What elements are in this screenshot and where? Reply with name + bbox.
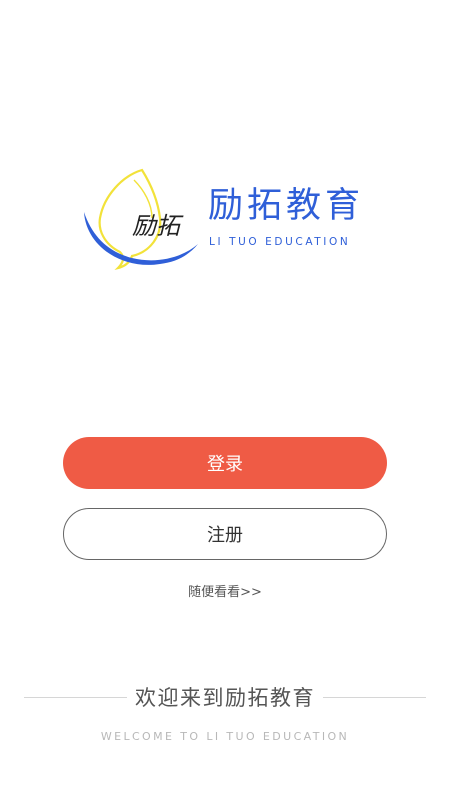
welcome-title: 欢迎来到励拓教育 xyxy=(135,686,315,710)
brand-title: 励拓教育 xyxy=(208,186,365,226)
logo-script-text: 励拓 xyxy=(132,212,184,240)
fish-swoosh-logo-icon: 励拓 xyxy=(84,168,198,271)
brand-subtitle: LI TUO EDUCATION xyxy=(209,236,351,248)
browse-as-guest-link[interactable]: 随便看看>> xyxy=(0,581,450,600)
right-divider xyxy=(323,696,426,698)
brand-logo: 励拓 励拓教育 LI TUO EDUCATION xyxy=(82,166,382,276)
left-divider xyxy=(24,696,127,698)
welcome-subtitle: WELCOME TO LI TUO EDUCATION xyxy=(100,730,350,743)
register-button[interactable]: 注册 xyxy=(63,508,387,560)
login-button[interactable]: 登录 xyxy=(63,437,387,489)
welcome-banner: 欢迎来到励拓教育 xyxy=(24,683,426,711)
